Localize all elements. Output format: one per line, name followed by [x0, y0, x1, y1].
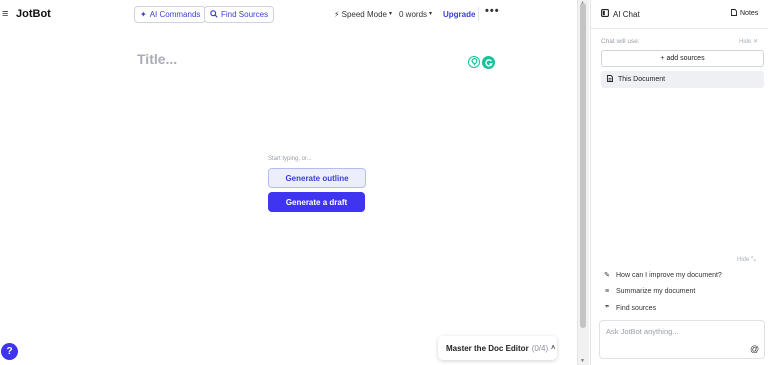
chat-panel-icon [601, 9, 609, 19]
magic-wand-icon: ✎ [604, 272, 610, 279]
generate-outline-button[interactable]: Generate outline [268, 168, 366, 188]
tab-ai-chat[interactable]: AI Chat [601, 9, 640, 19]
close-icon: ✕ [753, 39, 759, 45]
suggestion-find-sources[interactable]: ❞ Find sources [603, 304, 657, 313]
ai-commands-label: AI Commands [149, 10, 201, 19]
tab-notes[interactable]: Notes [731, 9, 758, 18]
doc-editor-tour-button[interactable]: Master the Doc Editor (0/4) ˄ [438, 336, 557, 360]
brand-logo[interactable]: JotBot [16, 8, 51, 21]
chat-input[interactable]: Ask JotBot anything... @ [599, 320, 765, 359]
find-sources-button[interactable]: Find Sources [204, 6, 275, 23]
add-sources-button[interactable]: + add sources [601, 50, 764, 67]
document-icon [607, 75, 613, 84]
toolbar-divider [478, 7, 479, 21]
suggestion-summarize-document[interactable]: ≡ Summarize my document [603, 288, 695, 295]
hamburger-menu-icon[interactable]: ≡ [2, 8, 8, 20]
scroll-down-arrow-icon[interactable]: ▼ [580, 358, 585, 364]
start-typing-hint: Start typing, or... [268, 156, 312, 162]
chevron-up-icon: ˄ [551, 344, 556, 352]
tour-progress: (0/4) [531, 343, 549, 353]
note-icon [731, 9, 737, 18]
more-options-icon[interactable]: ••• [485, 5, 500, 17]
chat-will-use-label: Chat will use: [601, 38, 640, 45]
document-editor: ≡ JotBot ✦ AI Commands Find Sources ⚡ Sp… [0, 0, 577, 365]
ai-commands-button[interactable]: ✦ AI Commands [134, 6, 207, 23]
upgrade-link[interactable]: Upgrade [443, 9, 475, 20]
collapse-icon: ⤡ [751, 257, 756, 263]
speed-mode-dropdown[interactable]: ⚡ Speed Mode ▾ [334, 9, 392, 20]
word-count-label: 0 words [399, 10, 428, 19]
grammarly-widget[interactable] [468, 56, 495, 69]
suggestion-improve-document[interactable]: ✎ How can I improve my document? [603, 271, 722, 280]
scrollbar-thumb[interactable] [580, 3, 586, 328]
help-button[interactable]: ? [1, 343, 18, 360]
ai-chat-label: AI Chat [613, 9, 640, 19]
lightbulb-icon[interactable] [468, 56, 480, 68]
sparkle-icon: ✦ [140, 10, 147, 19]
quote-icon: ❞ [604, 305, 610, 312]
document-title-input[interactable]: Title... [137, 51, 177, 67]
ai-chat-panel: AI Chat Notes Chat will use: Hide ✕ + ad… [590, 0, 768, 365]
grammarly-icon[interactable] [482, 56, 495, 69]
word-count-dropdown[interactable]: 0 words ▾ [399, 9, 432, 20]
generate-draft-button[interactable]: Generate a draft [268, 192, 365, 212]
hide-label: Hide [739, 39, 752, 45]
suggestion-label: How can I improve my document? [616, 271, 722, 279]
suggestion-label: Summarize my document [616, 288, 696, 295]
find-sources-label: Find Sources [221, 10, 269, 19]
mention-icon[interactable]: @ [750, 344, 759, 354]
hide-sources-button[interactable]: Hide ✕ [739, 38, 758, 45]
top-toolbar: ≡ JotBot ✦ AI Commands Find Sources ⚡ Sp… [0, 0, 577, 29]
app-window: ≡ JotBot ✦ AI Commands Find Sources ⚡ Sp… [0, 0, 768, 365]
chat-input-placeholder: Ask JotBot anything... [606, 327, 679, 336]
hide-suggestions-button[interactable]: Hide ⤡ [737, 257, 756, 264]
speed-mode-label: Speed Mode [341, 10, 387, 19]
this-document-label: This Document [618, 76, 666, 83]
search-icon [210, 9, 218, 20]
chat-panel-header: AI Chat Notes [591, 0, 768, 29]
hide-label: Hide [737, 257, 750, 263]
notes-label: Notes [740, 10, 759, 17]
lines-icon: ≡ [604, 288, 610, 295]
lightning-icon: ⚡ [334, 10, 340, 19]
chevron-down-icon: ▾ [429, 11, 433, 17]
tour-label: Master the Doc Editor [446, 343, 529, 353]
suggestion-label: Find sources [616, 304, 657, 312]
chevron-down-icon: ▾ [389, 11, 393, 17]
source-this-document[interactable]: This Document [601, 71, 764, 88]
